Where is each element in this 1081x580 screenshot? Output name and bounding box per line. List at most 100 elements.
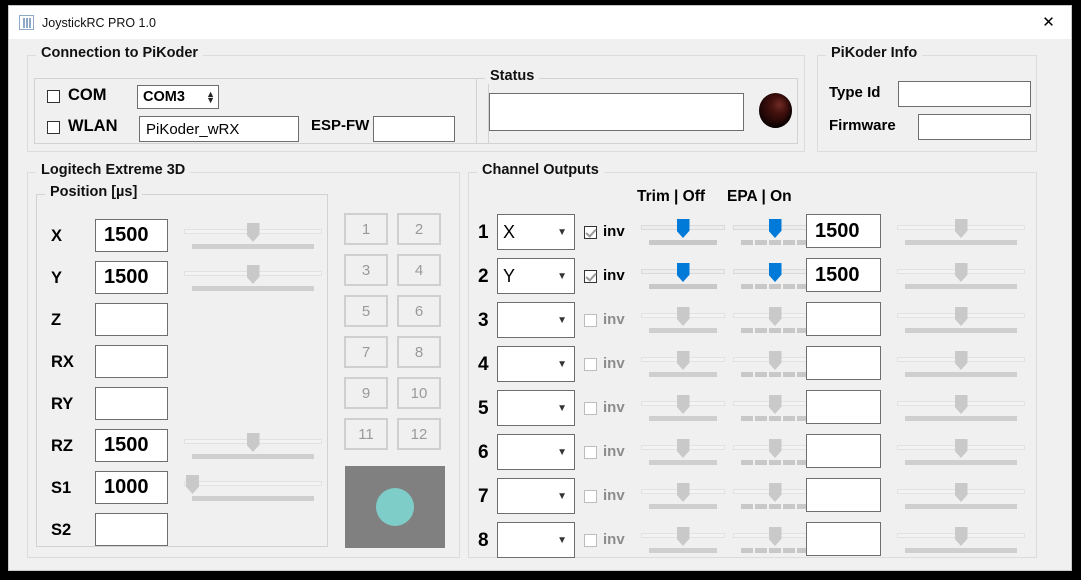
slider[interactable] [733,218,817,246]
slider-thumb[interactable] [768,351,782,370]
slider-thumb[interactable] [676,439,690,458]
joystick-button[interactable]: 7 [344,336,388,368]
slider-thumb[interactable] [954,395,968,414]
channel-output-value[interactable]: 1500 [806,258,881,292]
channel-invert-checkbox[interactable] [584,226,597,239]
slider[interactable] [897,306,1025,334]
joystick-button[interactable]: 3 [344,254,388,286]
slider[interactable] [641,394,725,422]
slider-thumb[interactable] [768,307,782,326]
slider[interactable] [897,218,1025,246]
channel-source-select[interactable]: ▼ [497,346,575,382]
slider-thumb[interactable] [676,219,690,238]
channel-output-value[interactable]: 1500 [806,214,881,248]
axis-value-input[interactable] [95,513,168,546]
channel-invert-checkbox[interactable] [584,314,597,327]
slider-thumb[interactable] [768,219,782,238]
slider-thumb[interactable] [954,307,968,326]
joystick-button[interactable]: 8 [397,336,441,368]
chevron-down-icon[interactable]: ▼ [557,403,567,414]
chevron-down-icon[interactable]: ▼ [557,271,567,282]
slider[interactable] [897,262,1025,290]
axis-value-input[interactable]: 1500 [95,219,168,252]
channel-source-select[interactable]: ▼ [497,302,575,338]
slider-thumb[interactable] [676,351,690,370]
slider[interactable] [641,218,725,246]
wlan-checkbox-wrap[interactable] [47,121,60,139]
slider[interactable] [897,482,1025,510]
chevron-down-icon[interactable]: ▼ [557,315,567,326]
firmware-input[interactable] [918,114,1031,140]
slider[interactable] [641,306,725,334]
channel-invert-checkbox[interactable] [584,358,597,371]
slider-thumb[interactable] [186,475,199,494]
joystick-button[interactable]: 2 [397,213,441,245]
slider-thumb[interactable] [768,527,782,546]
close-icon[interactable]: ✕ [1026,6,1071,38]
channel-output-value[interactable] [806,522,881,556]
slider[interactable] [733,438,817,466]
channel-invert-checkbox[interactable] [584,402,597,415]
chevron-down-icon[interactable]: ▼ [557,359,567,370]
channel-source-select[interactable]: Y ▼ [497,258,575,294]
slider[interactable] [733,306,817,334]
slider[interactable] [184,222,322,250]
axis-value-input[interactable] [95,345,168,378]
joystick-button[interactable]: 12 [397,418,441,450]
axis-value-input[interactable] [95,303,168,336]
axis-value-input[interactable] [95,387,168,420]
joystick-button[interactable]: 4 [397,254,441,286]
slider-thumb[interactable] [676,527,690,546]
com-port-spinner[interactable]: COM3 ▲ ▼ [137,85,219,109]
channel-source-select[interactable]: ▼ [497,434,575,470]
chevron-down-icon[interactable]: ▼ [557,491,567,502]
slider[interactable] [897,438,1025,466]
slider-thumb[interactable] [246,223,260,242]
channel-output-value[interactable] [806,346,881,380]
slider[interactable] [897,394,1025,422]
slider-thumb[interactable] [954,483,968,502]
slider[interactable] [733,482,817,510]
slider[interactable] [733,526,817,554]
slider[interactable] [184,264,322,292]
slider-thumb[interactable] [954,527,968,546]
slider[interactable] [897,350,1025,378]
chevron-updown-icon[interactable]: ▲ ▼ [206,90,215,105]
slider[interactable] [897,526,1025,554]
channel-output-value[interactable] [806,302,881,336]
axis-value-input[interactable]: 1500 [95,261,168,294]
slider-thumb[interactable] [768,263,782,282]
joystick-button[interactable]: 6 [397,295,441,327]
chevron-down-icon[interactable]: ▼ [557,227,567,238]
channel-invert-checkbox[interactable] [584,534,597,547]
slider-thumb[interactable] [954,439,968,458]
channel-output-value[interactable] [806,478,881,512]
channel-invert-checkbox[interactable] [584,446,597,459]
slider-thumb[interactable] [768,483,782,502]
slider[interactable] [733,394,817,422]
slider-thumb[interactable] [954,351,968,370]
channel-source-select[interactable]: ▼ [497,390,575,426]
wlan-ssid-input[interactable]: PiKoder_wRX [139,116,299,142]
slider-thumb[interactable] [246,265,260,284]
slider[interactable] [641,438,725,466]
axis-value-input[interactable]: 1500 [95,429,168,462]
slider[interactable] [184,432,322,460]
com-checkbox[interactable] [47,90,60,103]
axis-value-input[interactable]: 1000 [95,471,168,504]
joystick-button[interactable]: 11 [344,418,388,450]
channel-invert-checkbox[interactable] [584,270,597,283]
channel-invert-checkbox[interactable] [584,490,597,503]
slider[interactable] [641,526,725,554]
wlan-checkbox[interactable] [47,121,60,134]
channel-source-select[interactable]: ▼ [497,522,575,558]
slider[interactable] [733,262,817,290]
chevron-down-icon[interactable]: ▼ [557,447,567,458]
com-checkbox-wrap[interactable] [47,90,60,108]
slider-thumb[interactable] [954,219,968,238]
type-id-input[interactable] [898,81,1031,107]
channel-source-select[interactable]: ▼ [497,478,575,514]
slider-thumb[interactable] [676,395,690,414]
slider[interactable] [641,350,725,378]
slider-thumb[interactable] [676,263,690,282]
